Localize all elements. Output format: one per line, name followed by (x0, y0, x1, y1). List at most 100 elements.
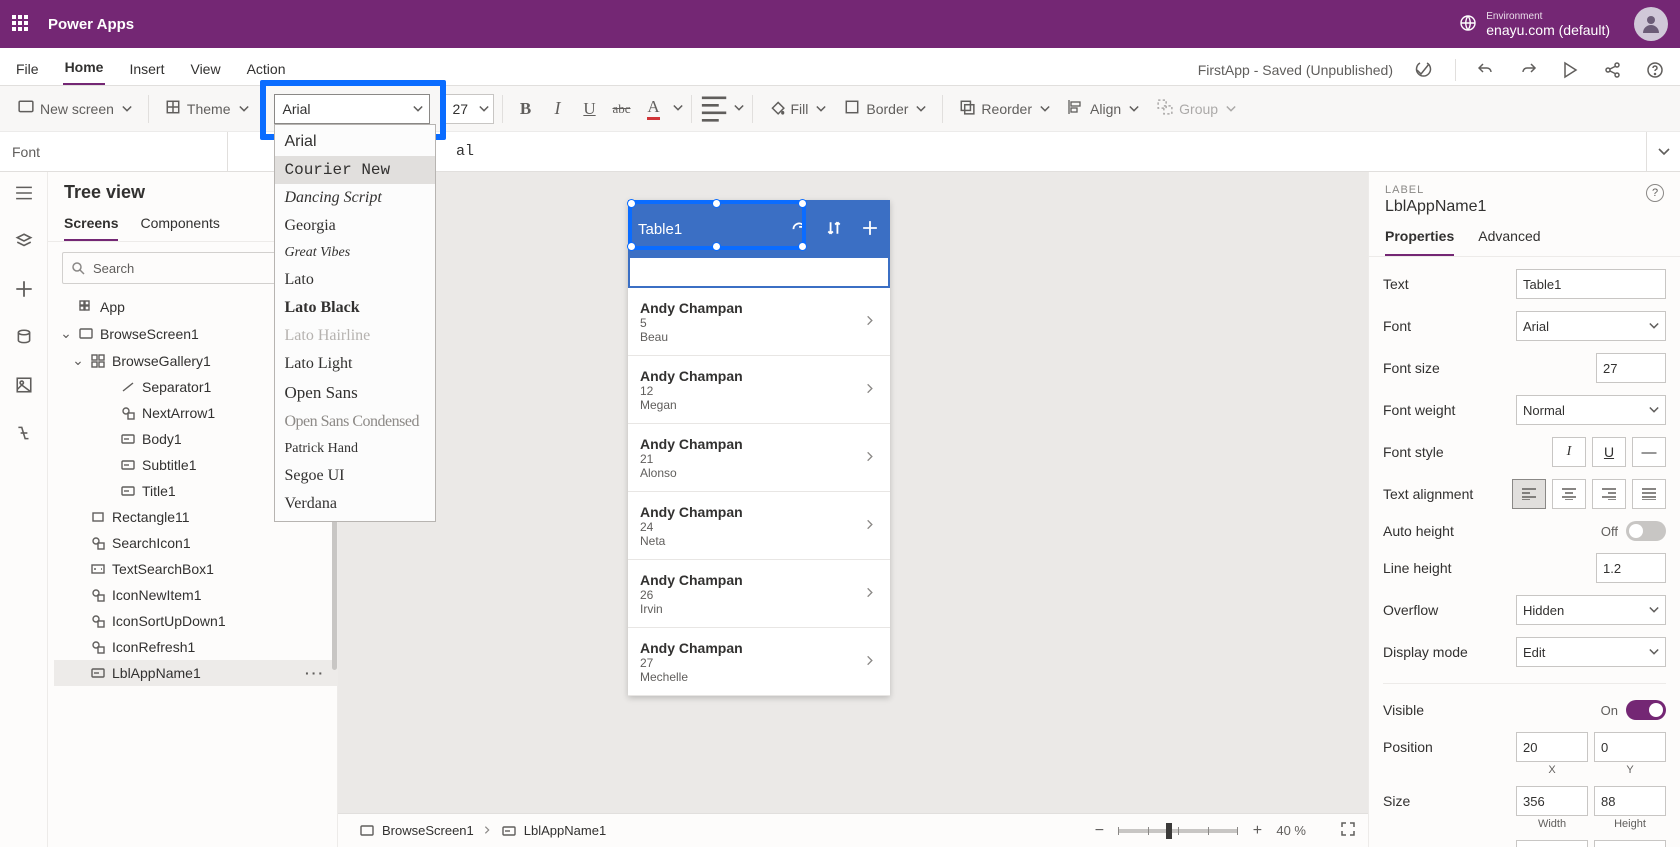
border-button[interactable]: Border (836, 95, 934, 122)
add-icon[interactable] (860, 220, 880, 239)
menu-insert[interactable]: Insert (127, 55, 166, 85)
tree-tab-screens[interactable]: Screens (64, 209, 118, 241)
redo-icon[interactable] (1518, 59, 1540, 81)
canvas[interactable]: Table1 Andy Champan5BeauAndy Champan12Me… (338, 172, 1368, 847)
media-icon[interactable] (13, 374, 35, 396)
gallery-row[interactable]: Andy Champan5Beau (628, 288, 890, 356)
zoom-out-button[interactable]: − (1090, 822, 1108, 840)
fontstyle-strike[interactable]: — (1632, 437, 1666, 467)
font-option[interactable]: Georgia (275, 212, 435, 240)
font-option[interactable]: Lato Light (275, 350, 435, 378)
formula-input[interactable]: al (228, 132, 1646, 171)
align-button[interactable]: Align (1060, 95, 1147, 122)
font-option[interactable]: Lato Black (275, 294, 435, 322)
strikethrough-button[interactable]: abc (607, 94, 637, 124)
account-avatar[interactable] (1634, 7, 1668, 41)
info-icon[interactable]: ? (1646, 184, 1664, 202)
font-dropdown[interactable]: Arial ArialCourier NewDancing ScriptGeor… (274, 94, 430, 124)
fullscreen-icon[interactable] (1340, 821, 1356, 840)
fill-button[interactable]: Fill (761, 95, 835, 122)
zoom-slider[interactable]: − + (1090, 822, 1266, 840)
menu-home[interactable]: Home (63, 53, 106, 85)
chevron-right-icon[interactable] (866, 449, 876, 466)
tree-node[interactable]: TextSearchBox1 (54, 556, 337, 582)
prop-lineheight-input[interactable]: 1.2 (1596, 553, 1666, 583)
font-option[interactable]: Lato Hairline (275, 322, 435, 350)
font-option[interactable]: Open Sans (275, 378, 435, 408)
theme-button[interactable]: Theme (157, 95, 257, 122)
formula-expand-button[interactable] (1646, 132, 1680, 171)
prop-displaymode-select[interactable]: Edit (1516, 637, 1666, 667)
chevron-right-icon[interactable] (866, 381, 876, 398)
prop-fontsize-input[interactable]: 27 (1596, 353, 1666, 383)
font-option[interactable]: Patrick Hand (275, 436, 435, 462)
fontstyle-underline[interactable]: U (1592, 437, 1626, 467)
font-option[interactable]: Lato (275, 266, 435, 294)
gallery-row[interactable]: Andy Champan21Alonso (628, 424, 890, 492)
app-title-label[interactable]: Table1 (638, 221, 772, 238)
chevron-right-icon[interactable] (866, 313, 876, 330)
app-launcher-icon[interactable] (12, 15, 30, 33)
font-option[interactable]: Dancing Script (275, 184, 435, 212)
tree-node[interactable]: SearchIcon1 (54, 530, 337, 556)
tree-node[interactable]: IconRefresh1 (54, 634, 337, 660)
breadcrumb-item[interactable]: BrowseScreen1 (350, 820, 484, 841)
prop-text-input[interactable]: Table1 (1516, 269, 1666, 299)
chevron-right-icon[interactable] (866, 517, 876, 534)
help-icon[interactable] (1644, 59, 1666, 81)
font-input[interactable]: Arial (274, 94, 430, 124)
sort-icon[interactable] (824, 220, 844, 239)
font-option[interactable]: Verdana (275, 490, 435, 518)
font-option[interactable]: Open Sans Condensed (275, 408, 435, 436)
font-color-button[interactable]: A (639, 94, 669, 124)
menu-file[interactable]: File (14, 55, 41, 85)
text-align-button[interactable] (700, 94, 730, 124)
hamburger-icon[interactable] (13, 182, 35, 204)
property-selector[interactable]: Font (0, 132, 228, 171)
play-icon[interactable] (1560, 59, 1582, 81)
gallery-row[interactable]: Andy Champan12Megan (628, 356, 890, 424)
chevron-right-icon[interactable] (866, 653, 876, 670)
breadcrumb-item[interactable]: LblAppName1 (492, 820, 616, 841)
prop-autoheight-toggle[interactable] (1626, 521, 1666, 541)
font-option[interactable]: Courier New (275, 156, 435, 184)
prop-height-input[interactable]: 88 (1594, 786, 1666, 816)
props-tab-advanced[interactable]: Advanced (1478, 224, 1540, 256)
prop-overflow-select[interactable]: Hidden (1516, 595, 1666, 625)
gallery-row[interactable]: Andy Champan27Mechelle (628, 628, 890, 696)
gallery-row[interactable]: Andy Champan26Irvin (628, 560, 890, 628)
prop-visible-toggle[interactable] (1626, 700, 1666, 720)
phone-preview[interactable]: Table1 Andy Champan5BeauAndy Champan12Me… (628, 200, 890, 696)
new-screen-button[interactable]: New screen (10, 95, 140, 122)
tree-tab-components[interactable]: Components (140, 209, 219, 241)
font-option[interactable]: Arial (275, 128, 435, 156)
data-icon[interactable] (13, 326, 35, 348)
environment-picker[interactable]: Environment enayu.com (default) (1460, 11, 1610, 38)
prop-fontweight-select[interactable]: Normal (1516, 395, 1666, 425)
gallery-row[interactable]: Andy Champan24Neta (628, 492, 890, 560)
italic-button[interactable]: I (543, 94, 573, 124)
font-option[interactable]: Great Vibes (275, 240, 435, 266)
prop-font-select[interactable]: Arial (1516, 311, 1666, 341)
fontstyle-italic[interactable]: I (1552, 437, 1586, 467)
align-right[interactable] (1592, 479, 1626, 509)
align-left[interactable] (1512, 479, 1546, 509)
chevron-right-icon[interactable] (866, 585, 876, 602)
prop-padtop-input[interactable]: 5 (1516, 840, 1588, 847)
tree-node[interactable]: LblAppName1··· (54, 660, 337, 686)
props-tab-properties[interactable]: Properties (1385, 224, 1454, 256)
bold-button[interactable]: B (511, 94, 541, 124)
app-checker-icon[interactable] (1413, 59, 1435, 81)
add-icon[interactable] (13, 278, 35, 300)
search-box[interactable] (628, 258, 890, 288)
align-center[interactable] (1552, 479, 1586, 509)
menu-action[interactable]: Action (245, 55, 288, 85)
underline-button[interactable]: U (575, 94, 605, 124)
prop-y-input[interactable]: 0 (1594, 732, 1666, 762)
align-justify[interactable] (1632, 479, 1666, 509)
font-dropdown-list[interactable]: ArialCourier NewDancing ScriptGeorgiaGre… (274, 124, 436, 522)
refresh-icon[interactable] (788, 220, 808, 239)
menu-view[interactable]: View (188, 55, 222, 85)
share-icon[interactable] (1602, 59, 1624, 81)
font-size-input[interactable]: 27 (444, 94, 494, 124)
